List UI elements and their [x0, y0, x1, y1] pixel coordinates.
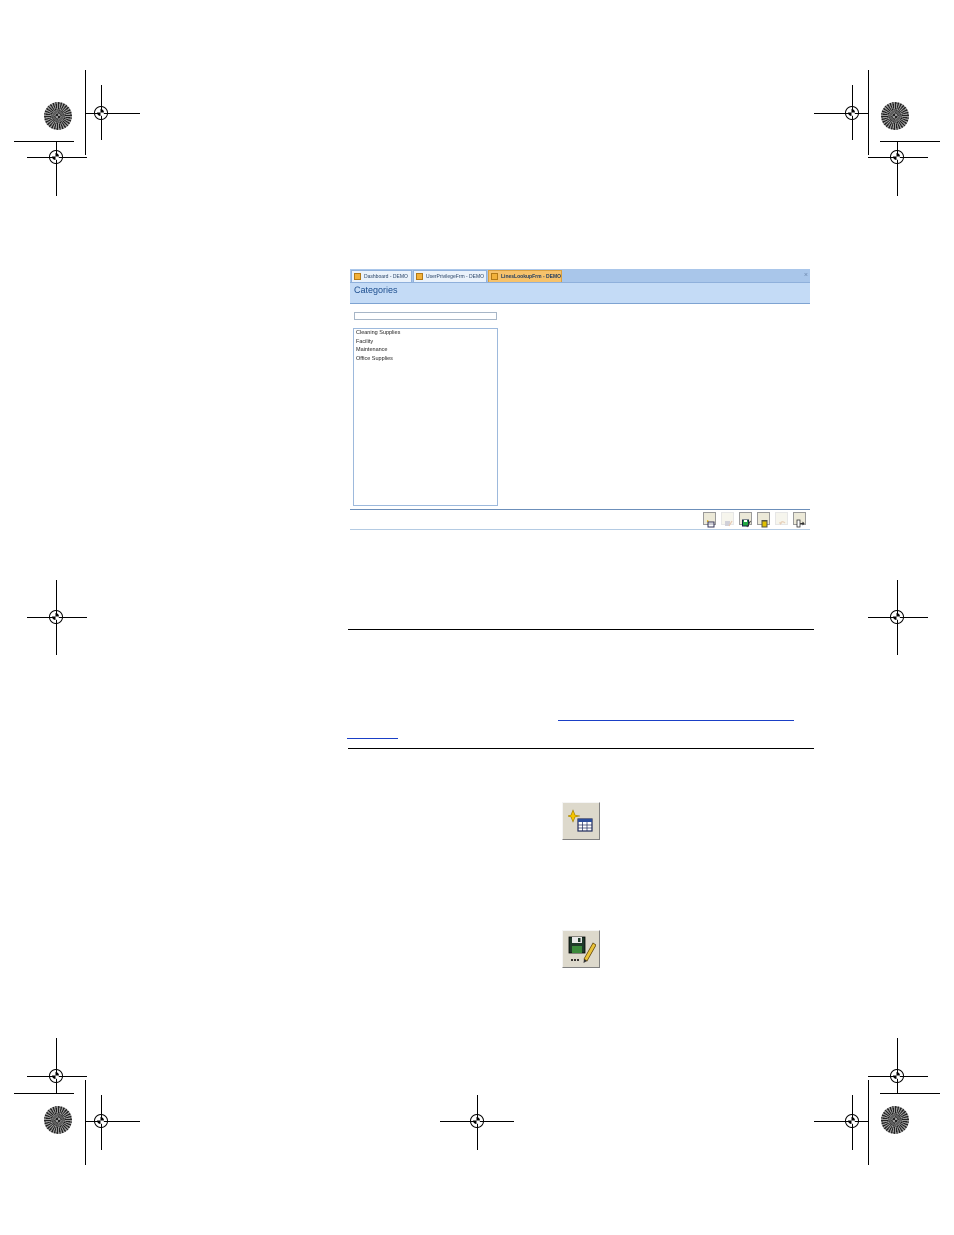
new-record-large-button[interactable] — [562, 802, 600, 840]
document-link[interactable] — [558, 711, 794, 721]
exit-icon — [796, 515, 805, 528]
tab-lines-lookup[interactable]: LinesLookupFrm - DEMO — [488, 270, 562, 282]
tab-user-privilege[interactable]: UserPrivilegeFrm - DEMO — [413, 270, 487, 282]
undo-icon — [778, 515, 786, 525]
form-icon — [416, 273, 423, 280]
form-icon — [491, 273, 498, 280]
link-underline — [558, 720, 794, 721]
search-input[interactable] — [354, 312, 497, 320]
list-item[interactable]: Office Supplies — [354, 355, 497, 364]
edit-record-icon — [724, 515, 733, 527]
toolbar-bottom-border — [350, 529, 810, 530]
tab-dashboard[interactable]: Dashboard - DEMO — [351, 270, 412, 282]
close-icon[interactable]: × — [804, 269, 808, 282]
form-title: Categories — [354, 285, 398, 295]
document-link-continued[interactable] — [347, 729, 398, 739]
lines-lookup-form-window: Dashboard - DEMO UserPrivilegeFrm - DEMO… — [350, 269, 810, 531]
record-toolbar — [350, 510, 810, 528]
document-tab-strip: Dashboard - DEMO UserPrivilegeFrm - DEMO… — [350, 269, 810, 283]
tab-label: LinesLookupFrm - DEMO — [501, 274, 561, 280]
exit-button[interactable] — [793, 512, 806, 528]
tab-label: Dashboard - DEMO — [364, 274, 408, 280]
undo-button[interactable] — [775, 512, 788, 525]
save-record-button[interactable] — [739, 512, 752, 528]
edit-record-button[interactable] — [721, 512, 734, 527]
new-record-button[interactable] — [703, 512, 716, 528]
save-record-icon — [742, 515, 751, 528]
new-record-icon — [566, 808, 594, 839]
list-item[interactable]: Maintenance — [354, 346, 497, 355]
category-list[interactable]: Cleaning Supplies Facility Maintenance O… — [353, 328, 498, 506]
list-item[interactable]: Cleaning Supplies — [354, 329, 497, 338]
form-header: Categories — [350, 283, 810, 304]
form-icon — [354, 273, 361, 280]
delete-icon — [760, 515, 768, 528]
new-record-icon — [706, 515, 715, 528]
list-item[interactable]: Facility — [354, 338, 497, 347]
link-underline — [347, 738, 398, 739]
tab-label: UserPrivilegeFrm - DEMO — [426, 274, 485, 280]
delete-record-button[interactable] — [757, 512, 770, 528]
save-edit-icon — [568, 935, 597, 970]
section-rule-bottom — [348, 748, 814, 749]
save-edit-large-button[interactable] — [562, 930, 600, 968]
section-rule-top — [348, 629, 814, 630]
